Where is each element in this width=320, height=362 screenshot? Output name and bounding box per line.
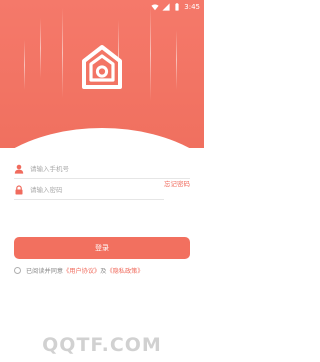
user-agreement-link[interactable]: 《用户协议》 xyxy=(63,266,100,275)
watermark: QQTF.COM xyxy=(42,334,162,356)
privacy-policy-link[interactable]: 《隐私政策》 xyxy=(106,266,143,275)
status-bar: 3:45 xyxy=(0,0,204,14)
password-field[interactable] xyxy=(14,180,164,200)
home-camera-icon xyxy=(82,45,122,89)
light-streak xyxy=(24,40,25,90)
agreement-row: 已阅读并同意 《用户协议》 及 《隐私政策》 xyxy=(14,265,194,275)
status-time: 3:45 xyxy=(184,3,200,11)
light-streak xyxy=(176,30,177,90)
agreement-checkbox[interactable] xyxy=(14,266,21,274)
user-icon xyxy=(14,164,24,174)
signal-icon xyxy=(162,3,170,11)
lock-icon xyxy=(15,184,23,194)
battery-icon xyxy=(175,3,179,11)
agreement-prefix: 已阅读并同意 xyxy=(26,267,64,275)
phone-field[interactable] xyxy=(14,159,190,179)
phone-input[interactable] xyxy=(30,164,180,173)
light-streak xyxy=(62,8,63,98)
forgot-password-link[interactable]: 忘记密码 xyxy=(164,178,190,188)
wifi-icon xyxy=(151,4,159,11)
header-curve xyxy=(0,128,204,148)
password-input[interactable] xyxy=(30,185,164,194)
light-streak xyxy=(150,6,151,101)
login-button[interactable]: 登录 xyxy=(14,237,190,259)
light-streak xyxy=(40,18,41,78)
